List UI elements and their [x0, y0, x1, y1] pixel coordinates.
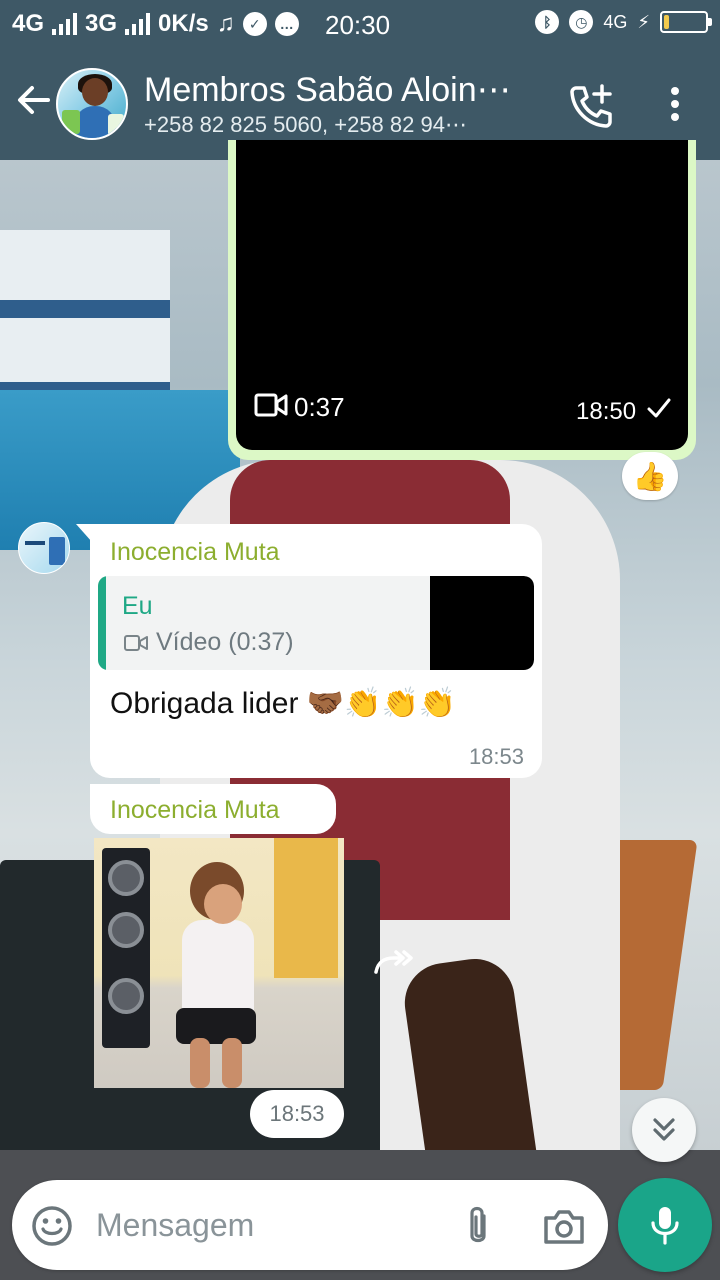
quoted-message[interactable]: Eu Vídeo (0:37) — [98, 576, 534, 670]
chat-title[interactable]: Membros Sabão Aloin⋯ — [144, 70, 534, 110]
quoted-video-thumbnail — [430, 576, 534, 670]
music-note-icon: ♫ — [216, 10, 235, 37]
battery-level — [664, 15, 669, 29]
video-camera-icon — [254, 393, 288, 417]
sender-name[interactable]: Inocencia Muta — [110, 796, 280, 825]
more-vertical-icon[interactable] — [660, 84, 690, 126]
received-reply-message[interactable]: Inocencia Muta Eu Vídeo (0:37) Obrigada … — [76, 524, 542, 778]
video-duration: 0:37 — [294, 392, 345, 422]
signal-strength-icon-2 — [125, 13, 151, 35]
received-image[interactable] — [94, 838, 344, 1088]
video-camera-icon — [124, 635, 148, 651]
sender-avatar[interactable] — [18, 522, 70, 574]
network-type-label-2: 3G — [85, 10, 118, 37]
bluetooth-icon: ᛒ — [535, 10, 560, 34]
arrow-left-icon[interactable] — [14, 80, 54, 120]
chat-bubble-icon: … — [274, 12, 299, 36]
message-time: 18:53 — [468, 744, 524, 769]
charging-icon: ⚡ — [637, 11, 650, 32]
add-call-icon[interactable] — [566, 82, 616, 128]
message-composer — [12, 1180, 608, 1270]
received-image-header[interactable]: Inocencia Muta — [90, 784, 336, 834]
sender-name[interactable]: Inocencia Muta — [110, 538, 280, 567]
microphone-button[interactable] — [618, 1178, 712, 1272]
signal-strength-icon — [52, 13, 78, 35]
reaction-thumbs-up[interactable]: 👍 — [622, 452, 678, 500]
network-speed-label: 0K/s — [158, 10, 209, 37]
attach-icon[interactable] — [460, 1204, 496, 1248]
status-bar: 4G 3G 0K/s ♫ ✓ … 20:30 ᛒ ◷ 4G ⚡ — [0, 0, 720, 50]
check-circle-icon: ✓ — [242, 12, 267, 36]
double-chevron-down-icon — [653, 1118, 675, 1141]
camera-icon[interactable] — [542, 1206, 586, 1246]
microphone-icon — [651, 1207, 679, 1245]
status-time: 20:30 — [325, 10, 391, 40]
sent-video-message[interactable]: 0:37 18:50 — [228, 140, 696, 460]
message-input[interactable] — [96, 1200, 426, 1250]
chat-members[interactable]: +258 82 825 5060, +258 82 94⋯ — [144, 112, 544, 138]
sent-check-icon — [647, 398, 671, 418]
message-text: Obrigada lider 🤝🏾👏👏👏 — [110, 687, 457, 720]
scroll-to-bottom-button[interactable] — [632, 1098, 696, 1162]
battery-icon — [660, 11, 712, 33]
message-time: 18:50 — [576, 398, 637, 425]
group-avatar[interactable] — [56, 68, 128, 140]
emoji-icon[interactable] — [30, 1204, 74, 1248]
forward-icon[interactable] — [372, 948, 418, 978]
message-time: 18:53 — [250, 1090, 344, 1138]
quote-accent-bar — [98, 576, 106, 670]
network-type-right: 4G — [603, 11, 628, 32]
quoted-text: Vídeo (0:37) — [156, 628, 294, 656]
alarm-icon: ◷ — [569, 10, 594, 34]
quoted-author: Eu — [122, 592, 153, 620]
network-type-label: 4G — [12, 10, 45, 37]
